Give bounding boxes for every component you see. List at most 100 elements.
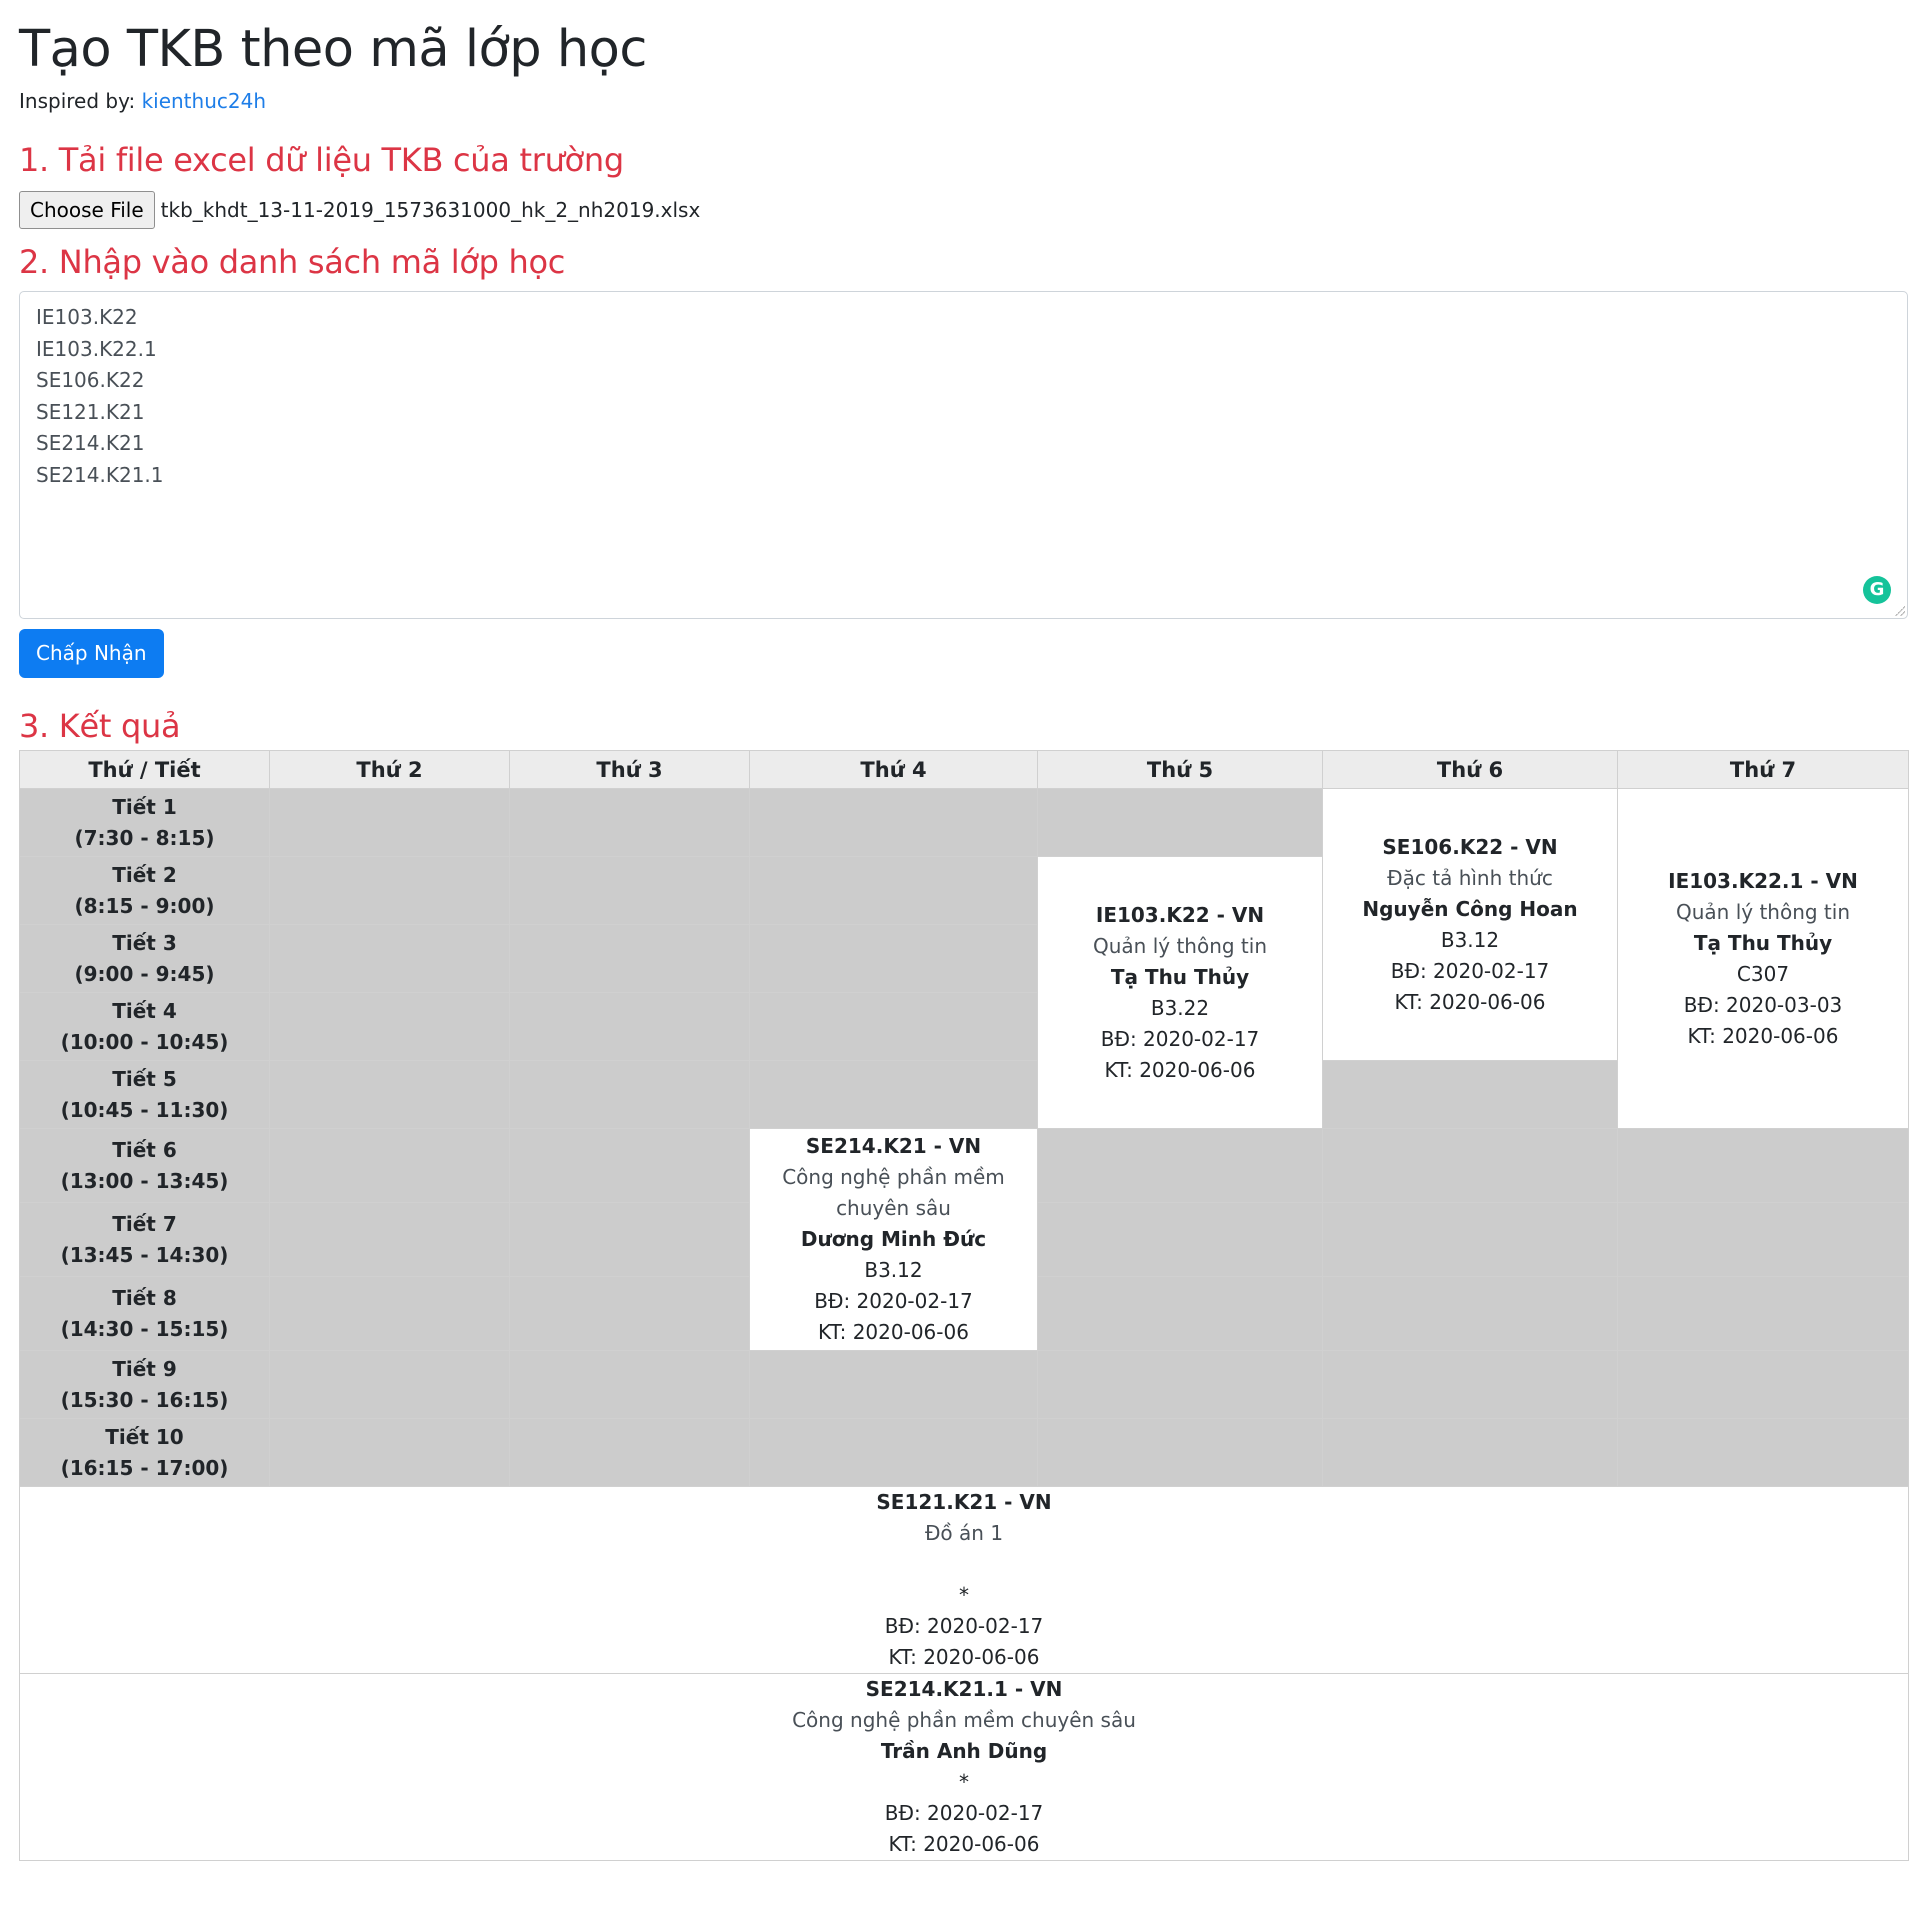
empty-cell	[1037, 1202, 1323, 1277]
empty-cell	[749, 788, 1038, 857]
unscheduled-class-cell: SE121.K21 - VN Đồ án 1 * BĐ: 2020-02-17 …	[19, 1486, 1909, 1674]
class-code: IE103.K22.1 - VN	[1668, 868, 1858, 893]
file-input[interactable]: Choose File tkb_khdt_13-11-2019_15736310…	[19, 190, 1901, 230]
empty-cell	[269, 1350, 510, 1419]
period-cell: Tiết 2 (8:15 - 9:00)	[19, 856, 270, 925]
empty-cell	[749, 1418, 1038, 1487]
period-cell: Tiết 10 (16:15 - 17:00)	[19, 1418, 270, 1487]
class-end: KT: 2020-06-06	[1104, 1057, 1256, 1082]
class-teacher: Dương Minh Đức	[800, 1227, 987, 1251]
class-end: KT: 2020-06-06	[1394, 989, 1546, 1014]
inspired-line: Inspired by: kienthuc24h	[19, 88, 1901, 114]
period-row: Tiết 6 (13:00 - 13:45) SE214.K21 - VN Côn…	[19, 1128, 1909, 1351]
empty-cell	[749, 992, 1038, 1061]
class-code: IE103.K22 - VN	[1095, 902, 1265, 927]
empty-cell	[1617, 1418, 1909, 1487]
class-teacher	[20, 1549, 1908, 1580]
class-end: KT: 2020-06-06	[888, 1832, 1040, 1856]
class-teacher: Nguyễn Công Hoan	[1362, 896, 1578, 921]
class-teacher: Trần Anh Dũng	[880, 1739, 1048, 1763]
empty-cell	[1617, 1202, 1909, 1277]
period-cell: Tiết 3 (9:00 - 9:45)	[19, 924, 270, 993]
empty-cell	[1617, 1128, 1909, 1203]
period-cell: Tiết 9 (15:30 - 16:15)	[19, 1350, 270, 1419]
empty-cell	[509, 1202, 750, 1277]
empty-cell	[749, 924, 1038, 993]
empty-cell	[269, 856, 510, 925]
accept-button[interactable]: Chấp Nhận	[19, 629, 164, 678]
class-start: BĐ: 2020-02-17	[884, 1614, 1044, 1638]
unscheduled-row: SE214.K21.1 - VN Công nghệ phần mềm chuy…	[19, 1673, 1909, 1861]
class-code-line: SE121.K21	[36, 399, 145, 424]
class-teacher: Tạ Thu Thủy	[1693, 930, 1833, 955]
timetable-header: Thứ / Tiết Thứ 2 Thứ 3 Thứ 4 Thứ 5 Thứ 6…	[19, 750, 1909, 789]
empty-cell	[749, 1060, 1038, 1129]
inspired-link[interactable]: kienthuc24h	[142, 89, 266, 113]
class-room: B3.12	[864, 1258, 923, 1282]
class-code: SE214.K21 - VN	[805, 1134, 982, 1158]
class-start: BĐ: 2020-03-03	[1683, 992, 1843, 1017]
step3-heading: 3. Kết quả	[19, 707, 181, 745]
step1-heading: 1. Tải file excel dữ liệu TKB của trường	[19, 141, 624, 179]
class-name: Công nghệ phần mềm chuyên sâu	[782, 1165, 1005, 1220]
empty-cell	[509, 924, 750, 993]
class-start: BĐ: 2020-02-17	[1100, 1026, 1260, 1051]
inspired-label: Inspired by:	[19, 89, 136, 113]
empty-cell	[749, 1350, 1038, 1419]
empty-cell	[509, 1060, 750, 1129]
selected-file-name: tkb_khdt_13-11-2019_1573631000_hk_2_nh20…	[160, 198, 701, 222]
empty-cell	[1617, 1276, 1909, 1351]
period-cell: Tiết 8 (14:30 - 15:15)	[19, 1276, 270, 1351]
empty-cell	[509, 992, 750, 1061]
class-code-line: SE106.K22	[36, 368, 145, 392]
empty-cell	[1322, 1202, 1618, 1277]
class-room: *	[959, 1770, 969, 1794]
resize-handle[interactable]	[1895, 606, 1905, 616]
class-cell-thu6: SE106.K22 - VN Đặc tả hình thức Nguyễn C…	[1322, 788, 1618, 1061]
header-thu7: Thứ 7	[1617, 750, 1909, 789]
period-row: Tiết 10 (16:15 - 17:00)	[19, 1418, 1909, 1487]
class-name: Quản lý thông tin	[1675, 899, 1850, 924]
header-period-col: Thứ / Tiết	[19, 750, 270, 789]
timetable: Thứ / Tiết Thứ 2 Thứ 3 Thứ 4 Thứ 5 Thứ 6…	[19, 750, 1909, 1861]
empty-cell	[269, 924, 510, 993]
unscheduled-class-cell: SE214.K21.1 - VN Công nghệ phần mềm chuy…	[19, 1673, 1909, 1861]
grammarly-icon[interactable]: G	[1863, 576, 1891, 604]
class-room: B3.22	[1150, 995, 1210, 1020]
empty-cell	[1037, 1418, 1323, 1487]
class-name: Đồ án 1	[924, 1521, 1004, 1545]
class-name: Quản lý thông tin	[1092, 933, 1267, 958]
class-codes-textarea[interactable]: IE103.K22 IE103.K22.1 SE106.K22 SE121.K2…	[19, 291, 1908, 619]
class-teacher: Tạ Thu Thủy	[1110, 964, 1250, 989]
empty-cell	[269, 992, 510, 1061]
empty-cell	[269, 1276, 510, 1351]
period-cell: Tiết 5 (10:45 - 11:30)	[19, 1060, 270, 1129]
empty-cell	[269, 1202, 510, 1277]
class-name: Đặc tả hình thức	[1387, 865, 1553, 890]
empty-cell	[1037, 1276, 1323, 1351]
empty-cell	[749, 856, 1038, 925]
period-cell: Tiết 7 (13:45 - 14:30)	[19, 1202, 270, 1277]
empty-cell	[1322, 1350, 1618, 1419]
period-cell: Tiết 1 (7:30 - 8:15)	[19, 788, 270, 857]
empty-cell	[509, 1418, 750, 1487]
header-thu6: Thứ 6	[1322, 750, 1618, 789]
class-start: BĐ: 2020-02-17	[814, 1289, 973, 1313]
class-cell-thu5: IE103.K22 - VN Quản lý thông tin Tạ Thu …	[1037, 856, 1323, 1129]
empty-cell	[509, 788, 750, 857]
class-room: C307	[1736, 961, 1790, 986]
empty-cell	[269, 1128, 510, 1203]
class-start: BĐ: 2020-02-17	[884, 1801, 1044, 1825]
class-code-line: IE103.K22	[36, 305, 138, 329]
header-thu2: Thứ 2	[269, 750, 510, 789]
period-row: Tiết 1 (7:30 - 8:15) SE106.K22 - VN Đặc t…	[19, 788, 1909, 1129]
empty-cell	[509, 1128, 750, 1203]
class-code: SE121.K21 - VN	[876, 1490, 1052, 1514]
class-end: KT: 2020-06-06	[818, 1320, 969, 1344]
empty-cell	[1322, 1128, 1618, 1203]
empty-cell	[509, 1276, 750, 1351]
class-room: *	[959, 1583, 969, 1607]
choose-file-button[interactable]: Choose File	[19, 191, 155, 229]
unscheduled-row: SE121.K21 - VN Đồ án 1 * BĐ: 2020-02-17 …	[19, 1486, 1909, 1674]
class-end: KT: 2020-06-06	[888, 1645, 1040, 1669]
